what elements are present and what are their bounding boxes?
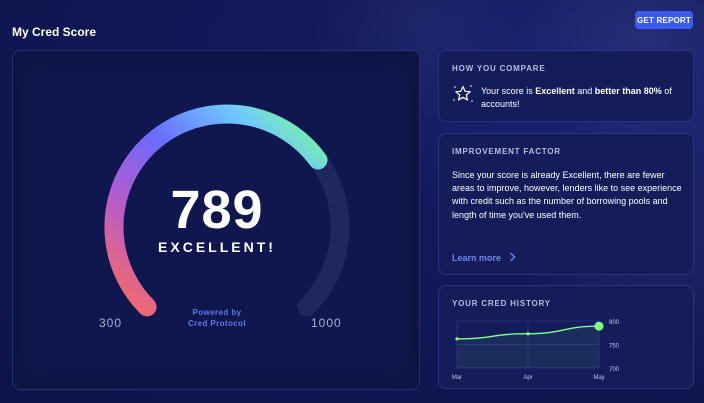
gauge-max-label: 1000 [311, 316, 342, 330]
history-chart: 800 750 700 Mar Apr May [452, 320, 620, 381]
compare-heading: HOW YOU COMPARE [452, 64, 546, 73]
gauge-min-label: 300 [99, 316, 123, 330]
score-card: 789 EXCELLENT! Powered by Cred Protocol … [12, 50, 420, 390]
learn-more-label: Learn more [452, 253, 502, 263]
score-value: 789 [170, 180, 264, 240]
improvement-card: IMPROVEMENT FACTOR Since your score is a… [438, 133, 694, 275]
history-point [526, 332, 530, 336]
powered-by-brand: Cred Protocol [187, 319, 247, 328]
compare-percent-bold: better than 80% [594, 86, 662, 96]
y-tick-label: 750 [609, 344, 620, 350]
x-tick-label: Mar [452, 375, 462, 381]
learn-more-link[interactable]: Learn more [452, 252, 517, 264]
page-title: My Cred Score [12, 25, 97, 39]
get-report-button[interactable]: GET REPORT [635, 11, 693, 29]
history-point [455, 337, 459, 341]
improvement-heading: IMPROVEMENT FACTOR [452, 147, 561, 156]
compare-text: Your score is Excellent and better than … [481, 85, 681, 111]
powered-by-label: Powered by [192, 308, 242, 317]
compare-card: HOW YOU COMPARE Your score is Excellent … [438, 50, 694, 122]
star-outline-icon [452, 83, 474, 110]
history-card: YOUR CRED HISTORY 800 750 700 Mar Apr May [438, 285, 694, 389]
powered-by: Powered by Cred Protocol [13, 307, 421, 329]
y-tick-label: 800 [609, 320, 620, 326]
improvement-body: Since your score is already Excellent, t… [452, 170, 682, 220]
compare-text-part: and [574, 86, 595, 96]
x-tick-label: May [593, 375, 604, 381]
score-rating: EXCELLENT! [158, 239, 276, 255]
y-tick-label: 700 [609, 367, 620, 373]
history-point [594, 321, 604, 331]
compare-rating-bold: Excellent [535, 86, 575, 96]
x-tick-label: Apr [523, 375, 532, 381]
compare-text-part: Your score is [481, 86, 536, 96]
chevron-right-icon [509, 252, 517, 264]
